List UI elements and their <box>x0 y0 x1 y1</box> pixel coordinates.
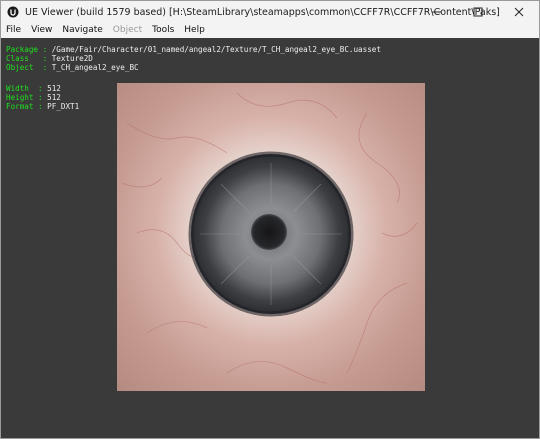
minimize-button[interactable] <box>416 1 457 23</box>
menu-tools[interactable]: Tools <box>147 23 179 38</box>
ue-logo-icon <box>7 6 19 18</box>
minimize-icon <box>432 11 441 13</box>
class-value: Texture2D <box>51 54 93 63</box>
menu-bar: File View Navigate Object Tools Help <box>1 23 539 38</box>
class-label: Class <box>6 54 29 63</box>
menu-navigate[interactable]: Navigate <box>57 23 107 38</box>
class-separator: : <box>28 54 52 63</box>
app-window: UE Viewer (build 1579 based) [H:\SteamLi… <box>0 0 540 439</box>
close-button[interactable] <box>498 1 539 23</box>
package-value: /Game/Fair/Character/01_named/angeal2/Te… <box>51 45 381 54</box>
object-separator: : <box>33 63 52 72</box>
format-separator: : <box>33 102 48 111</box>
package-label: Package <box>6 45 39 54</box>
window-controls <box>416 1 539 23</box>
package-separator: : <box>38 45 52 54</box>
height-label: Height <box>6 93 34 102</box>
texture-info-panel: Width : 512 Height : 512 Format : PF_DXT… <box>6 84 79 111</box>
maximize-icon <box>473 7 482 17</box>
menu-help[interactable]: Help <box>179 23 210 38</box>
menu-file[interactable]: File <box>1 23 26 38</box>
width-label: Width <box>6 84 29 93</box>
maximize-button[interactable] <box>457 1 498 23</box>
object-info-panel: Package : /Game/Fair/Character/01_named/… <box>6 45 381 72</box>
object-value: T_CH_angeal2_eye_BC <box>51 63 139 72</box>
title-bar[interactable]: UE Viewer (build 1579 based) [H:\SteamLi… <box>1 1 539 23</box>
texture-viewport[interactable]: Package : /Game/Fair/Character/01_named/… <box>1 38 539 438</box>
format-label: Format <box>6 102 34 111</box>
format-value: PF_DXT1 <box>47 102 80 111</box>
eye-texture-image <box>117 83 425 391</box>
width-value: 512 <box>47 84 61 93</box>
object-label: Object <box>6 63 34 72</box>
height-value: 512 <box>47 93 61 102</box>
width-separator: : <box>28 84 48 93</box>
close-icon <box>514 7 523 17</box>
menu-object[interactable]: Object <box>108 23 147 38</box>
height-separator: : <box>33 93 48 102</box>
menu-view[interactable]: View <box>26 23 57 38</box>
